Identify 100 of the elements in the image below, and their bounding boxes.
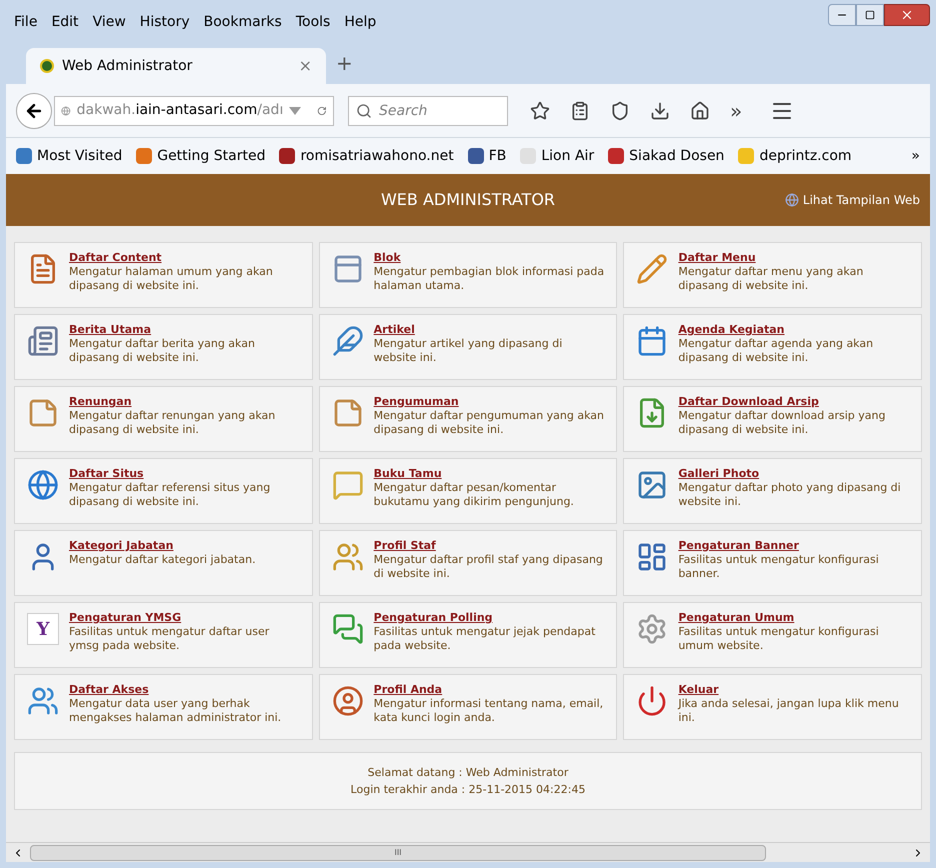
footer-text: Selamat datang : Web Administrator — [368, 765, 568, 781]
new-tab-button[interactable]: + — [336, 48, 353, 84]
back-button[interactable] — [16, 92, 52, 128]
maximize-icon — [865, 10, 875, 20]
star-icon[interactable] — [530, 100, 550, 120]
home-icon[interactable] — [690, 100, 710, 120]
tile-title-link[interactable]: Berita Utama — [69, 323, 300, 337]
tile-title-link[interactable]: Buku Tamu — [374, 467, 604, 481]
tile-title-link[interactable]: Kategori Jabatan — [69, 539, 256, 553]
tile-description: Mengatur daftar agenda yang akan dipasang di website ini. — [678, 337, 874, 365]
tile-title-link[interactable]: Pengaturan Umum — [678, 611, 909, 625]
note-icon — [332, 397, 364, 429]
menu-tile[interactable]: Pengumuman Mengatur daftar pengumuman yang akan dipasang di website ini. — [318, 386, 618, 452]
tile-title-link[interactable]: Profil Staf — [374, 539, 604, 553]
tile-title-link[interactable]: Daftar Content — [69, 251, 300, 265]
menu-tile[interactable]: Agenda Kegiatan Mengatur daftar agenda yang akan dipasang di website ini. — [623, 314, 922, 380]
bookmark-item[interactable]: Lion Air — [520, 146, 594, 166]
tile-description: Mengatur daftar kategori jabatan. — [69, 553, 256, 567]
tile-description: Mengatur daftar renungan yang akan dipasang di website ini. — [69, 409, 276, 437]
tile-title-link[interactable]: Pengaturan Banner — [678, 539, 909, 553]
horizontal-scrollbar[interactable]: III — [6, 842, 930, 862]
menu-item[interactable]: Bookmarks — [204, 12, 282, 32]
menu-tile[interactable]: Daftar Download Arsip Mengatur daftar download arsip yang dipasang di website ini. — [623, 386, 922, 452]
tile-title-link[interactable]: Daftar Menu — [678, 251, 909, 265]
bookmark-item[interactable]: Getting Started — [136, 146, 266, 166]
speech-bubble-icon — [332, 469, 364, 501]
tile-title-link[interactable]: Daftar Akses — [69, 683, 300, 697]
tile-description: Mengatur daftar pengumuman yang akan dipasang di website ini. — [374, 409, 604, 437]
globe-icon — [784, 193, 799, 207]
tile-description: Mengatur daftar photo yang dipasang di website ini. — [678, 481, 902, 509]
tile-description: Mengatur artikel yang dipasang di website ini. — [374, 337, 564, 365]
tile-title-link[interactable]: Daftar Download Arsip — [678, 395, 909, 409]
tile-description: Mengatur pembagian blok informasi pada halaman utama. — [374, 265, 604, 293]
menu-tile[interactable]: Buku Tamu Mengatur daftar pesan/komentar bukutamu yang dikirim pengunjung. — [318, 458, 618, 524]
menu-item[interactable]: History — [140, 12, 190, 32]
menu-tile[interactable]: Berita Utama Mengatur daftar berita yang akan dipasang di website ini. — [14, 314, 313, 380]
menu-tile[interactable]: Y Pengaturan YMSG Fasilitas untuk mengatur daftar user ymsg pada website. — [14, 602, 313, 668]
bookmark-item[interactable]: deprintz.com — [738, 146, 852, 166]
menu-tile[interactable]: Daftar Content Mengatur halaman umum yang akan dipasang di website ini. — [14, 242, 313, 308]
menu-tile[interactable]: Daftar Situs Mengatur daftar referensi situs yang dipasang di website ini. — [14, 458, 313, 524]
tile-title-link[interactable]: Blok — [374, 251, 604, 265]
tile-description: Fasilitas untuk mengatur daftar user ymsg pada website. — [69, 625, 270, 653]
bookmarks-overflow-button[interactable]: » — [911, 146, 920, 166]
url-text: dakwah.iain-antasari.com/adı — [76, 101, 284, 120]
view-website-link[interactable]: Lihat Tampilan Web — [784, 191, 920, 209]
person-icon — [332, 685, 364, 717]
menu-item[interactable]: Tools — [296, 12, 330, 32]
search-icon — [356, 102, 372, 118]
tile-description: Mengatur daftar berita yang akan dipasang di website ini. — [69, 337, 256, 365]
overflow-button[interactable]: » — [730, 96, 742, 126]
browser-tab[interactable]: Web Administrator × — [26, 48, 326, 84]
menu-tile[interactable]: Artikel Mengatur artikel yang dipasang di website ini. — [318, 314, 618, 380]
globe-icon — [27, 469, 59, 501]
menu-tile[interactable]: Pengaturan Umum Fasilitas untuk mengatur konfigurasi umum website. — [623, 602, 922, 668]
tile-title-link[interactable]: Daftar Situs — [69, 467, 300, 481]
tile-title-link[interactable]: Galleri Photo — [678, 467, 909, 481]
tile-description: Mengatur daftar pesan/komentar bukutamu yang dikirim pengunjung. — [374, 481, 575, 509]
tile-title-link[interactable]: Pengaturan Polling — [374, 611, 604, 625]
tab-close-button[interactable]: × — [298, 54, 312, 78]
scrollbar-thumb[interactable]: III — [30, 844, 766, 860]
dropdown-icon[interactable] — [289, 106, 302, 114]
menu-tile[interactable]: Pengaturan Banner Fasilitas untuk mengatur konfigurasi banner. — [623, 530, 922, 596]
menu-item[interactable]: View — [92, 12, 126, 32]
tab-title: Web Administrator — [62, 56, 192, 76]
tile-title-link[interactable]: Renungan — [69, 395, 300, 409]
menu-item[interactable]: File — [14, 12, 38, 32]
tile-title-link[interactable]: Agenda Kegiatan — [678, 323, 909, 337]
tile-title-link[interactable]: Profil Anda — [374, 683, 604, 697]
address-bar[interactable]: dakwah.iain-antasari.com/adı — [54, 96, 334, 126]
tile-title-link[interactable]: Pengaturan YMSG — [69, 611, 300, 625]
bookmark-item[interactable]: romisatriawahono.net — [279, 146, 454, 166]
header-title: WEB ADMINISTRATOR — [380, 189, 556, 211]
tile-title-link[interactable]: Pengumuman — [374, 395, 604, 409]
chat-bubbles-icon — [332, 613, 364, 645]
menu-tile[interactable]: Profil Anda Mengatur informasi tentang nama, email, kata kunci login anda. — [318, 674, 618, 740]
menu-tile[interactable]: Pengaturan Polling Fasilitas untuk mengatur jejak pendapat pada website. — [318, 602, 618, 668]
menu-item[interactable]: Help — [344, 12, 376, 32]
download-icon[interactable] — [650, 100, 670, 120]
menu-tile[interactable]: Profil Staf Mengatur daftar profil staf yang dipasang di website ini. — [318, 530, 618, 596]
menu-tile[interactable]: Daftar Akses Mengatur data user yang berhak mengakses halaman administrator ini. — [14, 674, 313, 740]
bookmark-item[interactable]: Siakad Dosen — [608, 146, 724, 166]
people-icon — [332, 541, 364, 573]
menu-item[interactable]: Edit — [51, 12, 79, 32]
close-button[interactable] — [884, 4, 930, 26]
reading-list-icon[interactable] — [570, 100, 590, 120]
tile-title-link[interactable]: Artikel — [374, 323, 604, 337]
bookmark-item[interactable]: FB — [468, 146, 506, 166]
menu-tile[interactable]: Keluar Jika anda selesai, jangan lupa klik menu ini. — [623, 674, 922, 740]
menu-tile[interactable]: Kategori Jabatan Mengatur daftar kategori jabatan. — [14, 530, 313, 596]
power-icon — [636, 685, 668, 717]
tile-description: Mengatur daftar menu yang akan dipasang di website ini. — [678, 265, 864, 293]
maximize-button[interactable] — [856, 4, 884, 26]
menu-tile[interactable]: Blok Mengatur pembagian blok informasi pada halaman utama. — [318, 242, 618, 308]
search-field[interactable]: Search — [348, 96, 508, 126]
menu-tile[interactable]: Daftar Menu Mengatur daftar menu yang akan dipasang di website ini. — [623, 242, 922, 308]
menu-tile[interactable]: Renungan Mengatur daftar renungan yang akan dipasang di website ini. — [14, 386, 313, 452]
tile-title-link[interactable]: Keluar — [678, 683, 909, 697]
bookmark-item[interactable]: Most Visited — [16, 146, 122, 166]
shield-icon[interactable] — [610, 100, 630, 120]
menu-tile[interactable]: Galleri Photo Mengatur daftar photo yang dipasang di website ini. — [623, 458, 922, 524]
